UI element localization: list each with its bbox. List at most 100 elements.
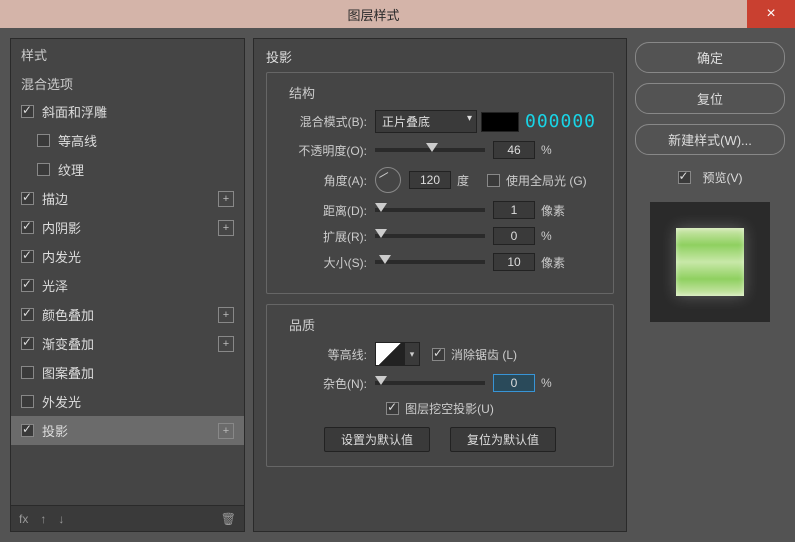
style-item[interactable]: 内发光 [11,242,244,271]
title-bar: 图层样式 × [0,0,795,28]
style-checkbox[interactable] [21,424,34,437]
blend-mode-label: 混合模式(B): [281,113,367,130]
style-checkbox[interactable] [37,163,50,176]
noise-slider[interactable] [375,381,485,385]
noise-label: 杂色(N): [281,375,367,392]
global-light-checkbox[interactable] [487,174,500,187]
style-checkbox[interactable] [21,279,34,292]
up-arrow-icon[interactable]: ↑ [40,512,46,526]
styles-header[interactable]: 样式 [11,39,244,68]
antialias-label: 消除锯齿 (L) [451,346,517,363]
preview-label: 预览(V) [703,169,743,186]
reset-default-button[interactable]: 复位为默认值 [450,427,556,452]
style-item-label: 内发光 [42,247,81,266]
knockout-checkbox[interactable] [386,402,399,415]
style-checkbox[interactable] [21,395,34,408]
size-slider[interactable] [375,260,485,264]
style-item-label: 等高线 [58,131,97,150]
spread-input[interactable] [493,227,535,245]
knockout-label: 图层挖空投影(U) [405,400,494,417]
style-item-label: 投影 [42,421,68,440]
ok-button[interactable]: 确定 [635,42,785,73]
opacity-label: 不透明度(O): [281,142,367,159]
cancel-button[interactable]: 复位 [635,83,785,114]
style-item[interactable]: 纹理 [11,155,244,184]
structure-legend: 结构 [285,83,319,102]
distance-input[interactable] [493,201,535,219]
trash-icon[interactable]: 🗑 [221,512,236,526]
style-checkbox[interactable] [21,192,34,205]
style-item-label: 渐变叠加 [42,334,94,353]
preview-checkbox[interactable] [678,171,691,184]
size-unit: 像素 [541,254,571,271]
distance-label: 距离(D): [281,202,367,219]
style-item[interactable]: 光泽 [11,271,244,300]
down-arrow-icon[interactable]: ↓ [58,512,64,526]
style-checkbox[interactable] [37,134,50,147]
style-checkbox[interactable] [21,366,34,379]
styles-list-panel: 样式 混合选项 斜面和浮雕等高线纹理描边 + 内阴影 + 内发光光泽颜色叠加+ 渐变叠加 +… [10,38,245,532]
opacity-unit: % [541,143,571,157]
style-checkbox[interactable] [21,250,34,263]
style-item[interactable]: 描边 + [11,184,244,213]
distance-unit: 像素 [541,202,571,219]
distance-slider[interactable] [375,208,485,212]
style-item-label: 纹理 [58,160,84,179]
style-item-label: 斜面和浮雕 [42,102,107,121]
add-effect-icon[interactable]: + [218,423,234,439]
angle-dial[interactable] [375,167,401,193]
contour-label: 等高线: [281,346,367,363]
new-style-button[interactable]: 新建样式(W)... [635,124,785,155]
spread-slider[interactable] [375,234,485,238]
opacity-input[interactable] [493,141,535,159]
quality-fieldset: 品质 等高线: ▾ 消除锯齿 (L) 杂色(N): % 图层挖空投影(U) [266,304,614,467]
size-input[interactable] [493,253,535,271]
styles-footer: fx ↑ ↓ 🗑 [11,505,244,531]
noise-unit: % [541,376,571,390]
make-default-button[interactable]: 设置为默认值 [324,427,430,452]
fx-menu-icon[interactable]: fx [19,512,28,526]
style-checkbox[interactable] [21,105,34,118]
size-label: 大小(S): [281,254,367,271]
style-checkbox[interactable] [21,337,34,350]
angle-input[interactable] [409,171,451,189]
style-item-label: 图案叠加 [42,363,94,382]
add-effect-icon[interactable]: + [218,307,234,323]
spread-unit: % [541,229,571,243]
style-checkbox[interactable] [21,308,34,321]
shadow-color-swatch[interactable] [481,112,519,132]
style-item-label: 内阴影 [42,218,81,237]
style-item-label: 描边 [42,189,68,208]
add-effect-icon[interactable]: + [218,191,234,207]
preview-swatch [676,228,744,296]
style-item[interactable]: 外发光 [11,387,244,416]
style-item[interactable]: 颜色叠加+ [11,300,244,329]
color-hex: 000000 [525,111,596,132]
preview-box [650,202,770,322]
structure-fieldset: 结构 混合模式(B): 正片叠底 000000 不透明度(O): % 角度(A)… [266,72,614,294]
contour-preview[interactable] [375,342,405,366]
style-item[interactable]: 等高线 [11,126,244,155]
noise-input[interactable] [493,374,535,392]
add-effect-icon[interactable]: + [218,220,234,236]
spread-label: 扩展(R): [281,228,367,245]
angle-unit: 度 [457,172,487,189]
contour-dropdown-icon[interactable]: ▾ [404,342,420,366]
opacity-slider[interactable] [375,148,485,152]
style-item[interactable]: 斜面和浮雕 [11,97,244,126]
blend-options-header[interactable]: 混合选项 [11,68,244,97]
close-button[interactable]: × [747,0,795,28]
angle-label: 角度(A): [281,172,367,189]
style-checkbox[interactable] [21,221,34,234]
style-item-label: 外发光 [42,392,81,411]
window-title: 图层样式 [0,5,747,24]
panel-title: 投影 [266,47,614,66]
add-effect-icon[interactable]: + [218,336,234,352]
settings-panel: 投影 结构 混合模式(B): 正片叠底 000000 不透明度(O): % 角度… [253,38,627,532]
antialias-checkbox[interactable] [432,348,445,361]
style-item[interactable]: 投影 + [11,416,244,445]
blend-mode-select[interactable]: 正片叠底 [375,110,477,133]
style-item[interactable]: 图案叠加 [11,358,244,387]
style-item[interactable]: 渐变叠加 + [11,329,244,358]
style-item[interactable]: 内阴影 + [11,213,244,242]
